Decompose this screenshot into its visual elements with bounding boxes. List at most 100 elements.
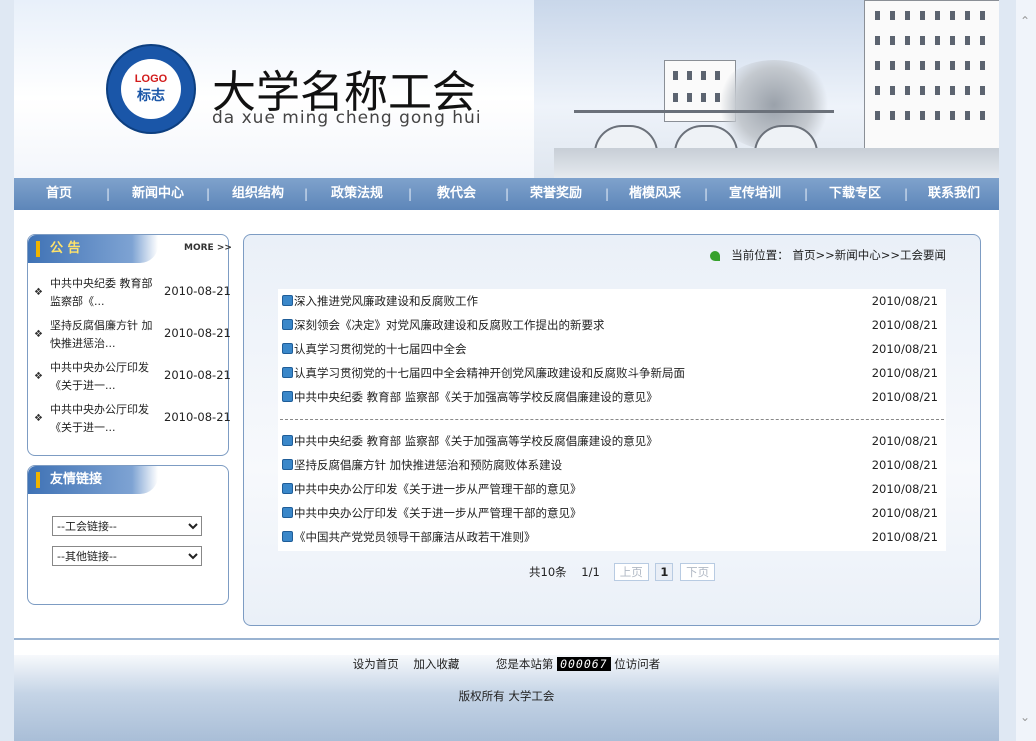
logo-text: LOGO	[134, 73, 168, 85]
article-icon	[282, 367, 293, 378]
list-item[interactable]: ❖ 中共中央纪委 教育部 监察部《... 2010-08-21	[34, 275, 231, 315]
page-info: 1/1	[581, 565, 600, 579]
list-item[interactable]: ❖ 中共中央办公厅印发《关于进一... 2010-08-21	[34, 401, 231, 441]
nav-item-models[interactable]: 楷模风采	[629, 178, 681, 210]
site-logo[interactable]: LOGO 标志	[106, 44, 196, 134]
table-row[interactable]: 深刻领会《决定》对党风廉政建设和反腐败工作提出的新要求 2010/08/21	[280, 313, 944, 337]
prev-page-button[interactable]: 上页	[613, 563, 649, 581]
nav-item-honors[interactable]: 荣誉奖励	[530, 178, 582, 210]
announcement-text[interactable]: 中共中央办公厅印发《关于进一...	[50, 359, 160, 395]
total-count: 共10条	[529, 565, 567, 579]
table-row[interactable]: 《中国共产党党员领导干部廉洁从政若干准则》 2010/08/21	[280, 525, 944, 549]
table-row[interactable]: 坚持反腐倡廉方针 加快推进惩治和预防腐败体系建设 2010/08/21	[280, 453, 944, 477]
table-row[interactable]: 中共中央办公厅印发《关于进一步从严管理干部的意见》 2010/08/21	[280, 501, 944, 525]
friend-links-header: 友情链接	[28, 466, 158, 494]
nav-item-home[interactable]: 首页	[46, 178, 72, 210]
set-home-link[interactable]: 设为首页	[353, 657, 399, 671]
nav-item-training[interactable]: 宣传培训	[729, 178, 781, 210]
leaf-icon	[709, 250, 720, 261]
nav-separator: |	[106, 187, 111, 201]
news-title[interactable]: 深刻领会《决定》对党风廉政建设和反腐败工作提出的新要求	[294, 313, 605, 337]
article-icon	[282, 319, 293, 330]
news-date: 2010/08/21	[871, 506, 938, 520]
article-icon	[282, 531, 293, 542]
table-row[interactable]: 认真学习贯彻党的十七届四中全会精神开创党风廉政建设和反腐败斗争新局面 2010/…	[280, 361, 944, 385]
building-illustration	[864, 0, 999, 152]
news-title[interactable]: 中共中央办公厅印发《关于进一步从严管理干部的意见》	[294, 501, 582, 525]
copyright: 版权所有 大学工会	[458, 689, 555, 703]
article-icon	[282, 391, 293, 402]
table-row[interactable]: 中共中央办公厅印发《关于进一步从严管理干部的意见》 2010/08/21	[280, 477, 944, 501]
nav-separator: |	[505, 187, 510, 201]
list-item[interactable]: ❖ 中共中央办公厅印发《关于进一... 2010-08-21	[34, 359, 231, 399]
chevron-down-icon[interactable]: ⌄	[1020, 710, 1030, 724]
news-title[interactable]: 深入推进党风廉政建设和反腐败工作	[294, 289, 478, 313]
main-nav: 首页 | 新闻中心 | 组织结构 | 政策法规 | 教代会 | 荣誉奖励 | 楷…	[14, 178, 999, 210]
news-title[interactable]: 《中国共产党党员领导干部廉洁从政若干准则》	[294, 525, 536, 549]
nav-item-downloads[interactable]: 下载专区	[829, 178, 881, 210]
footer-links: 设为首页 加入收藏 您是本站第 000067 位访问者	[14, 656, 999, 672]
bullet-icon: ❖	[34, 413, 43, 424]
table-row[interactable]: 深入推进党风廉政建设和反腐败工作 2010/08/21	[280, 289, 944, 313]
news-date: 2010/08/21	[871, 482, 938, 496]
announcement-date: 2010-08-21	[164, 368, 231, 382]
announcement-text[interactable]: 中共中央纪委 教育部 监察部《...	[50, 275, 160, 311]
bullet-icon: ❖	[34, 329, 43, 340]
more-link[interactable]: MORE >>	[184, 243, 232, 253]
next-page-button[interactable]: 下页	[680, 563, 716, 581]
news-title[interactable]: 认真学习贯彻党的十七届四中全会精神开创党风廉政建设和反腐败斗争新局面	[294, 361, 685, 385]
site-subtitle: da xue ming cheng gong hui	[212, 108, 482, 128]
announcement-title: 公 告	[50, 241, 81, 256]
scrollbar[interactable]: ⌃ ⌄	[1016, 0, 1036, 741]
nav-item-news[interactable]: 新闻中心	[132, 178, 184, 210]
nav-separator: |	[408, 187, 413, 201]
union-links-select[interactable]: --工会链接--	[52, 516, 202, 536]
news-title[interactable]: 中共中央纪委 教育部 监察部《关于加强高等学校反腐倡廉建设的意见》	[294, 385, 658, 409]
announcement-text[interactable]: 坚持反腐倡廉方针 加快推进惩治...	[50, 317, 160, 353]
news-date: 2010/08/21	[871, 458, 938, 472]
page: LOGO 标志 大学名称工会 da xue ming cheng gong hu…	[14, 0, 999, 741]
news-title[interactable]: 认真学习贯彻党的十七届四中全会	[294, 337, 467, 361]
friend-links-panel: 友情链接 --工会链接-- --其他链接--	[27, 465, 229, 605]
table-row[interactable]: 中共中央纪委 教育部 监察部《关于加强高等学校反腐倡廉建设的意见》 2010/0…	[280, 429, 944, 453]
news-date: 2010/08/21	[871, 294, 938, 308]
logo-subtext: 标志	[137, 88, 165, 104]
nav-separator: |	[904, 187, 909, 201]
announcement-date: 2010-08-21	[164, 326, 231, 340]
article-icon	[282, 435, 293, 446]
news-date: 2010/08/21	[871, 530, 938, 544]
table-row[interactable]: 中共中央纪委 教育部 监察部《关于加强高等学校反腐倡廉建设的意见》 2010/0…	[280, 385, 944, 409]
news-date: 2010/08/21	[871, 390, 938, 404]
news-date: 2010/08/21	[871, 318, 938, 332]
visitor-suffix: 位访问者	[614, 657, 661, 671]
bullet-icon: ❖	[34, 287, 43, 298]
nav-item-congress[interactable]: 教代会	[437, 178, 476, 210]
announcement-text[interactable]: 中共中央办公厅印发《关于进一...	[50, 401, 160, 437]
list-divider	[280, 419, 944, 420]
other-links-select[interactable]: --其他链接--	[52, 546, 202, 566]
current-page[interactable]: 1	[655, 563, 674, 581]
announcement-date: 2010-08-21	[164, 284, 231, 298]
article-icon	[282, 507, 293, 518]
article-icon	[282, 483, 293, 494]
breadcrumb-path[interactable]: 首页>>新闻中心>>工会要闻	[792, 248, 946, 262]
chevron-up-icon[interactable]: ⌃	[1020, 14, 1030, 28]
breadcrumb: 当前位置： 首页>>新闻中心>>工会要闻	[709, 247, 946, 263]
announcement-date: 2010-08-21	[164, 410, 231, 424]
nav-separator: |	[605, 187, 610, 201]
nav-item-contact[interactable]: 联系我们	[928, 178, 980, 210]
nav-item-policy[interactable]: 政策法规	[331, 178, 383, 210]
bullet-icon: ❖	[34, 371, 43, 382]
add-favorite-link[interactable]: 加入收藏	[413, 657, 459, 671]
news-title[interactable]: 中共中央办公厅印发《关于进一步从严管理干部的意见》	[294, 477, 582, 501]
news-title[interactable]: 坚持反腐倡廉方针 加快推进惩治和预防腐败体系建设	[294, 453, 562, 477]
nav-item-organization[interactable]: 组织结构	[232, 178, 284, 210]
news-date: 2010/08/21	[871, 434, 938, 448]
visitor-counter: 000067	[557, 657, 611, 671]
table-row[interactable]: 认真学习贯彻党的十七届四中全会 2010/08/21	[280, 337, 944, 361]
breadcrumb-label: 当前位置：	[731, 248, 789, 262]
news-list: 深入推进党风廉政建设和反腐败工作 2010/08/21 深刻领会《决定》对党风廉…	[278, 289, 946, 551]
news-title[interactable]: 中共中央纪委 教育部 监察部《关于加强高等学校反腐倡廉建设的意见》	[294, 429, 658, 453]
main-content: 当前位置： 首页>>新闻中心>>工会要闻 深入推进党风廉政建设和反腐败工作 20…	[243, 234, 981, 626]
list-item[interactable]: ❖ 坚持反腐倡廉方针 加快推进惩治... 2010-08-21	[34, 317, 231, 357]
